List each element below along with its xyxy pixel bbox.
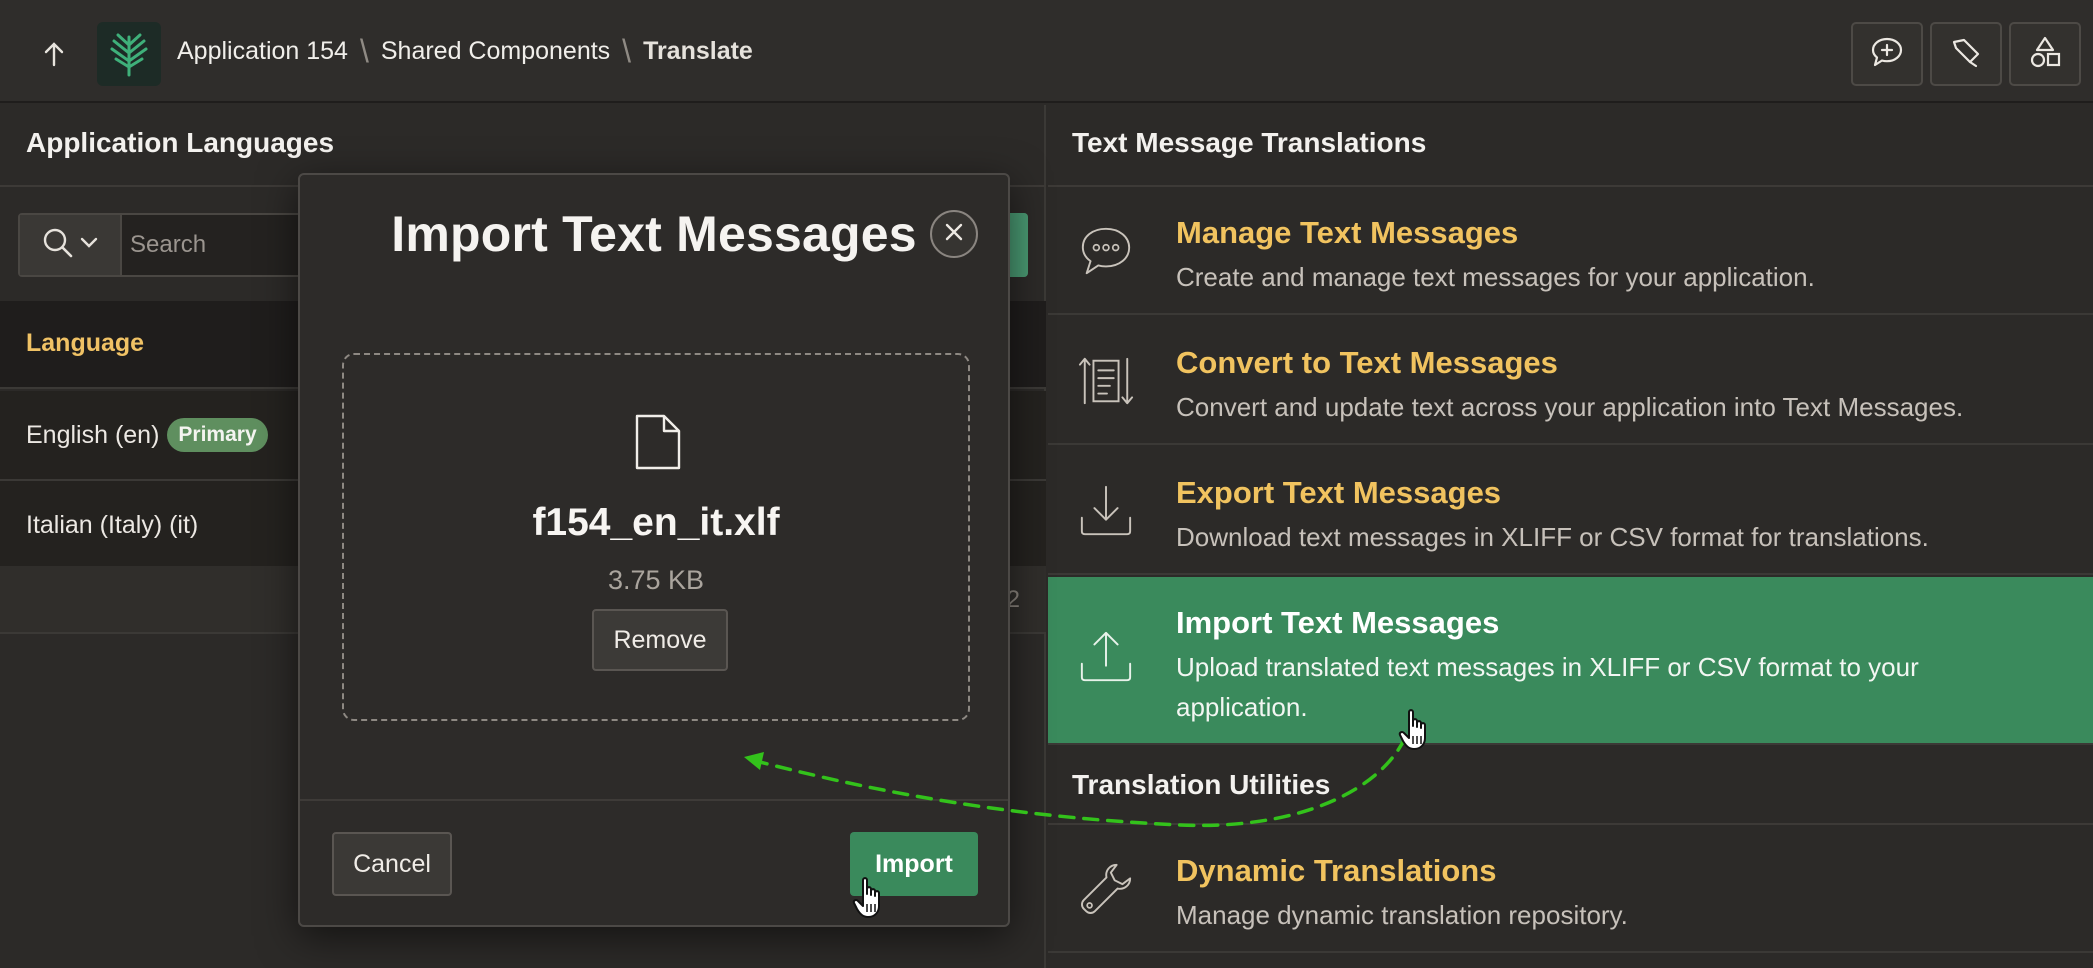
language-cell: English (en) Primary (26, 391, 268, 479)
file-dropzone[interactable]: f154_en_it.xlf 3.75 KB Remove (342, 353, 970, 721)
item-title[interactable]: Import Text Messages (1176, 605, 1499, 641)
wrench-icon (1078, 861, 1134, 917)
breadcrumb: Application 154 \ Shared Components \ Tr… (177, 0, 753, 103)
cancel-button[interactable]: Cancel (332, 832, 452, 896)
tree-logo-icon[interactable] (97, 22, 161, 86)
panel-title: Text Message Translations (1072, 127, 1427, 158)
column-header-language[interactable]: Language (26, 329, 144, 358)
manage-text-messages-item[interactable]: Manage Text Messages Create and manage t… (1048, 187, 2093, 315)
item-description: Manage dynamic translation repository. (1176, 900, 1628, 930)
download-icon (1078, 483, 1134, 539)
item-description: Upload translated text messages in XLIFF… (1176, 652, 1919, 722)
shapes-icon (2028, 35, 2062, 74)
chat-plus-button[interactable] (1851, 22, 1923, 86)
item-description: Create and manage text messages for your… (1176, 262, 1815, 292)
import-text-messages-dialog: Import Text Messages f154_en_it.xlf 3.75… (298, 173, 1010, 927)
item-title[interactable]: Dynamic Translations (1176, 853, 1496, 889)
convert-list-icon (1078, 353, 1134, 409)
breadcrumb-separator: \ (359, 33, 369, 69)
divider (300, 799, 1008, 801)
section-title: Translation Utilities (1072, 769, 1331, 800)
item-title[interactable]: Export Text Messages (1176, 475, 1501, 511)
remove-file-button[interactable]: Remove (592, 609, 728, 671)
primary-badge: Primary (167, 418, 268, 452)
breadcrumb-separator: \ (622, 33, 632, 69)
breadcrumb-app[interactable]: Application 154 (177, 37, 348, 66)
close-button[interactable] (930, 210, 978, 258)
breadcrumb-shared-components[interactable]: Shared Components (381, 37, 610, 66)
export-text-messages-item[interactable]: Export Text Messages Download text messa… (1048, 447, 2093, 575)
close-icon (944, 222, 964, 247)
file-size: 3.75 KB (607, 565, 705, 595)
item-description: Download text messages in XLIFF or CSV f… (1176, 522, 1929, 552)
brush-button[interactable] (1930, 22, 2002, 86)
language-cell: Italian (Italy) (it) (26, 481, 198, 569)
language-name: English (en) (26, 420, 160, 449)
language-name: Italian (Italy) (it) (26, 510, 199, 539)
import-text-messages-item[interactable]: Import Text Messages Upload translated t… (1048, 577, 2093, 745)
chat-plus-icon (1870, 36, 1904, 73)
chat-bubble-icon (1078, 223, 1134, 279)
file-icon (634, 413, 682, 471)
text-message-translations-panel: Text Message Translations Manage Text Me… (1048, 105, 2093, 968)
arrow-up-icon[interactable] (36, 36, 72, 72)
item-title[interactable]: Convert to Text Messages (1176, 345, 1558, 381)
convert-to-text-messages-item[interactable]: Convert to Text Messages Convert and upd… (1048, 317, 2093, 445)
brush-icon (1950, 36, 1982, 73)
panel-title: Application Languages (26, 127, 335, 158)
search-icon (42, 227, 74, 264)
dialog-title: Import Text Messages (391, 206, 917, 262)
breadcrumb-current: Translate (643, 37, 753, 65)
top-header: Application 154 \ Shared Components \ Tr… (0, 0, 2093, 103)
file-name: f154_en_it.xlf (532, 501, 780, 544)
hand-cursor-icon (852, 877, 880, 918)
upload-icon (1078, 629, 1134, 685)
item-description: Convert and update text across your appl… (1176, 392, 1964, 422)
search-column-selector[interactable] (20, 215, 122, 275)
chevron-down-icon (80, 236, 98, 254)
item-title[interactable]: Manage Text Messages (1176, 215, 1518, 251)
dynamic-translations-item[interactable]: Dynamic Translations Manage dynamic tran… (1048, 825, 2093, 953)
shapes-button[interactable] (2009, 22, 2081, 86)
hand-cursor-icon (1398, 709, 1426, 750)
